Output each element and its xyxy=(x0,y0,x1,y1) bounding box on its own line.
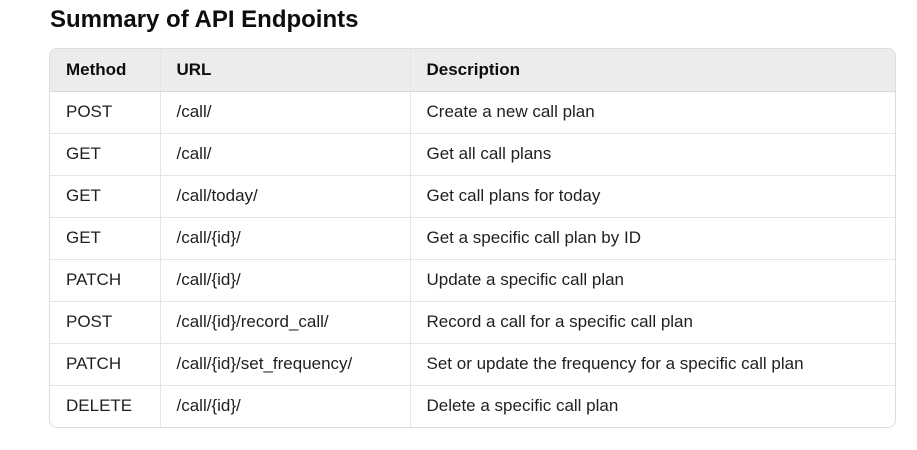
table-row: POST /call/ Create a new call plan xyxy=(50,91,895,133)
cell-url: /call/{id}/record_call/ xyxy=(159,300,410,343)
header-row: Method URL Description xyxy=(50,49,895,92)
cell-url: /call/{id}/ xyxy=(159,384,410,427)
header-description: Description xyxy=(409,49,895,92)
cell-method: GET xyxy=(50,174,160,217)
cell-url: /call/ xyxy=(159,132,410,175)
cell-description: Update a specific call plan xyxy=(409,258,895,301)
endpoints-table: Method URL Description POST /call/ Creat… xyxy=(50,49,895,427)
cell-method: POST xyxy=(50,300,160,343)
cell-description: Get call plans for today xyxy=(409,174,895,217)
cell-url: /call/{id}/ xyxy=(159,258,410,301)
table-header: Method URL Description xyxy=(50,49,895,92)
table-body: POST /call/ Create a new call plan GET /… xyxy=(50,91,895,427)
section-heading: Summary of API Endpoints xyxy=(50,6,359,33)
cell-description: Record a call for a specific call plan xyxy=(409,300,895,343)
cell-method: GET xyxy=(50,132,160,175)
cell-description: Delete a specific call plan xyxy=(409,384,895,427)
table-row: POST /call/{id}/record_call/ Record a ca… xyxy=(50,300,895,343)
cell-method: GET xyxy=(50,216,160,259)
cell-url: /call/{id}/ xyxy=(159,216,410,259)
cell-method: PATCH xyxy=(50,258,160,301)
table-row: PATCH /call/{id}/ Update a specific call… xyxy=(50,258,895,301)
table-row: GET /call/{id}/ Get a specific call plan… xyxy=(50,216,895,259)
cell-url: /call/{id}/set_frequency/ xyxy=(159,342,410,385)
endpoints-table-container: Method URL Description POST /call/ Creat… xyxy=(49,48,896,428)
cell-method: POST xyxy=(66,102,113,121)
cell-description: Set or update the frequency for a specif… xyxy=(409,342,895,385)
table-row: GET /call/today/ Get call plans for toda… xyxy=(50,174,895,217)
header-method: Method xyxy=(50,49,160,92)
table-row: DELETE /call/{id}/ Delete a specific cal… xyxy=(50,384,895,427)
cell-url: /call/ xyxy=(159,91,410,133)
header-url: URL xyxy=(159,49,410,92)
cell-description: Create a new call plan xyxy=(409,91,895,133)
cell-method: DELETE xyxy=(50,384,160,427)
table-row: PATCH /call/{id}/set_frequency/ Set or u… xyxy=(50,342,895,385)
cell-method: PATCH xyxy=(50,342,160,385)
cell-description: Get a specific call plan by ID xyxy=(409,216,895,259)
table-row: GET /call/ Get all call plans xyxy=(50,132,895,175)
cell-url: /call/today/ xyxy=(159,174,410,217)
page: Summary of API Endpoints Method URL Desc… xyxy=(0,0,917,450)
cell-description: Get all call plans xyxy=(409,132,895,175)
